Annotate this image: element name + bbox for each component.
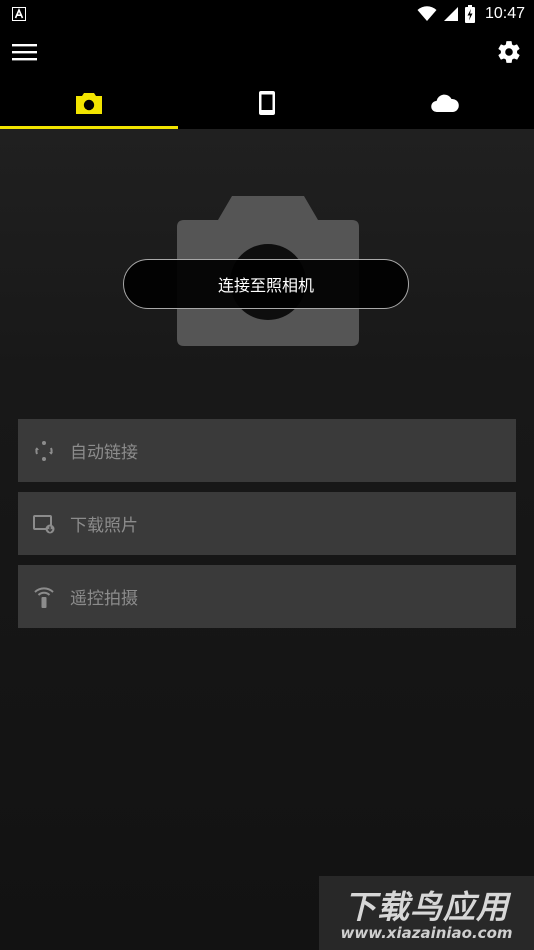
signal-icon — [443, 7, 458, 21]
tab-phone[interactable] — [178, 76, 356, 129]
connect-camera-button[interactable]: 连接至照相机 — [123, 259, 409, 309]
wifi-icon — [417, 6, 437, 21]
watermark-logo: 下载鸟应用 www.xiazainiao.com — [319, 876, 534, 950]
remote-shoot-icon — [34, 587, 54, 608]
feature-list: 自动链接 下载照片 遥控拍摄 — [18, 419, 516, 638]
hamburger-menu-icon[interactable] — [12, 40, 38, 64]
watermark-url: www.xiazainiao.com — [340, 924, 513, 942]
camera-icon — [76, 92, 102, 114]
cloud-icon — [431, 94, 459, 112]
auto-link-icon — [35, 441, 53, 461]
status-time: 10:47 — [484, 5, 525, 22]
main-content: 连接至照相机 自动链接 下载照片 遥控拍摄 — [0, 129, 534, 950]
toolbar — [0, 28, 534, 76]
feature-label: 自动链接 — [70, 443, 138, 463]
phone-icon — [259, 90, 275, 115]
tab-cloud[interactable] — [356, 76, 534, 129]
gear-icon[interactable] — [496, 39, 522, 65]
battery-charging-icon — [464, 5, 475, 23]
a-notification-icon — [12, 7, 26, 21]
status-icons: 10:47 — [417, 0, 525, 28]
tab-camera[interactable] — [0, 76, 178, 129]
auto-link-item[interactable]: 自动链接 — [18, 419, 516, 482]
status-bar: 10:47 — [0, 0, 534, 28]
tab-bar — [0, 76, 534, 129]
feature-label: 下载照片 — [70, 516, 138, 536]
feature-label: 遥控拍摄 — [70, 589, 138, 609]
watermark-title: 下载鸟应用 — [343, 888, 509, 926]
download-photo-item[interactable]: 下载照片 — [18, 492, 516, 555]
remote-shoot-item[interactable]: 遥控拍摄 — [18, 565, 516, 628]
download-photo-icon — [33, 515, 55, 534]
